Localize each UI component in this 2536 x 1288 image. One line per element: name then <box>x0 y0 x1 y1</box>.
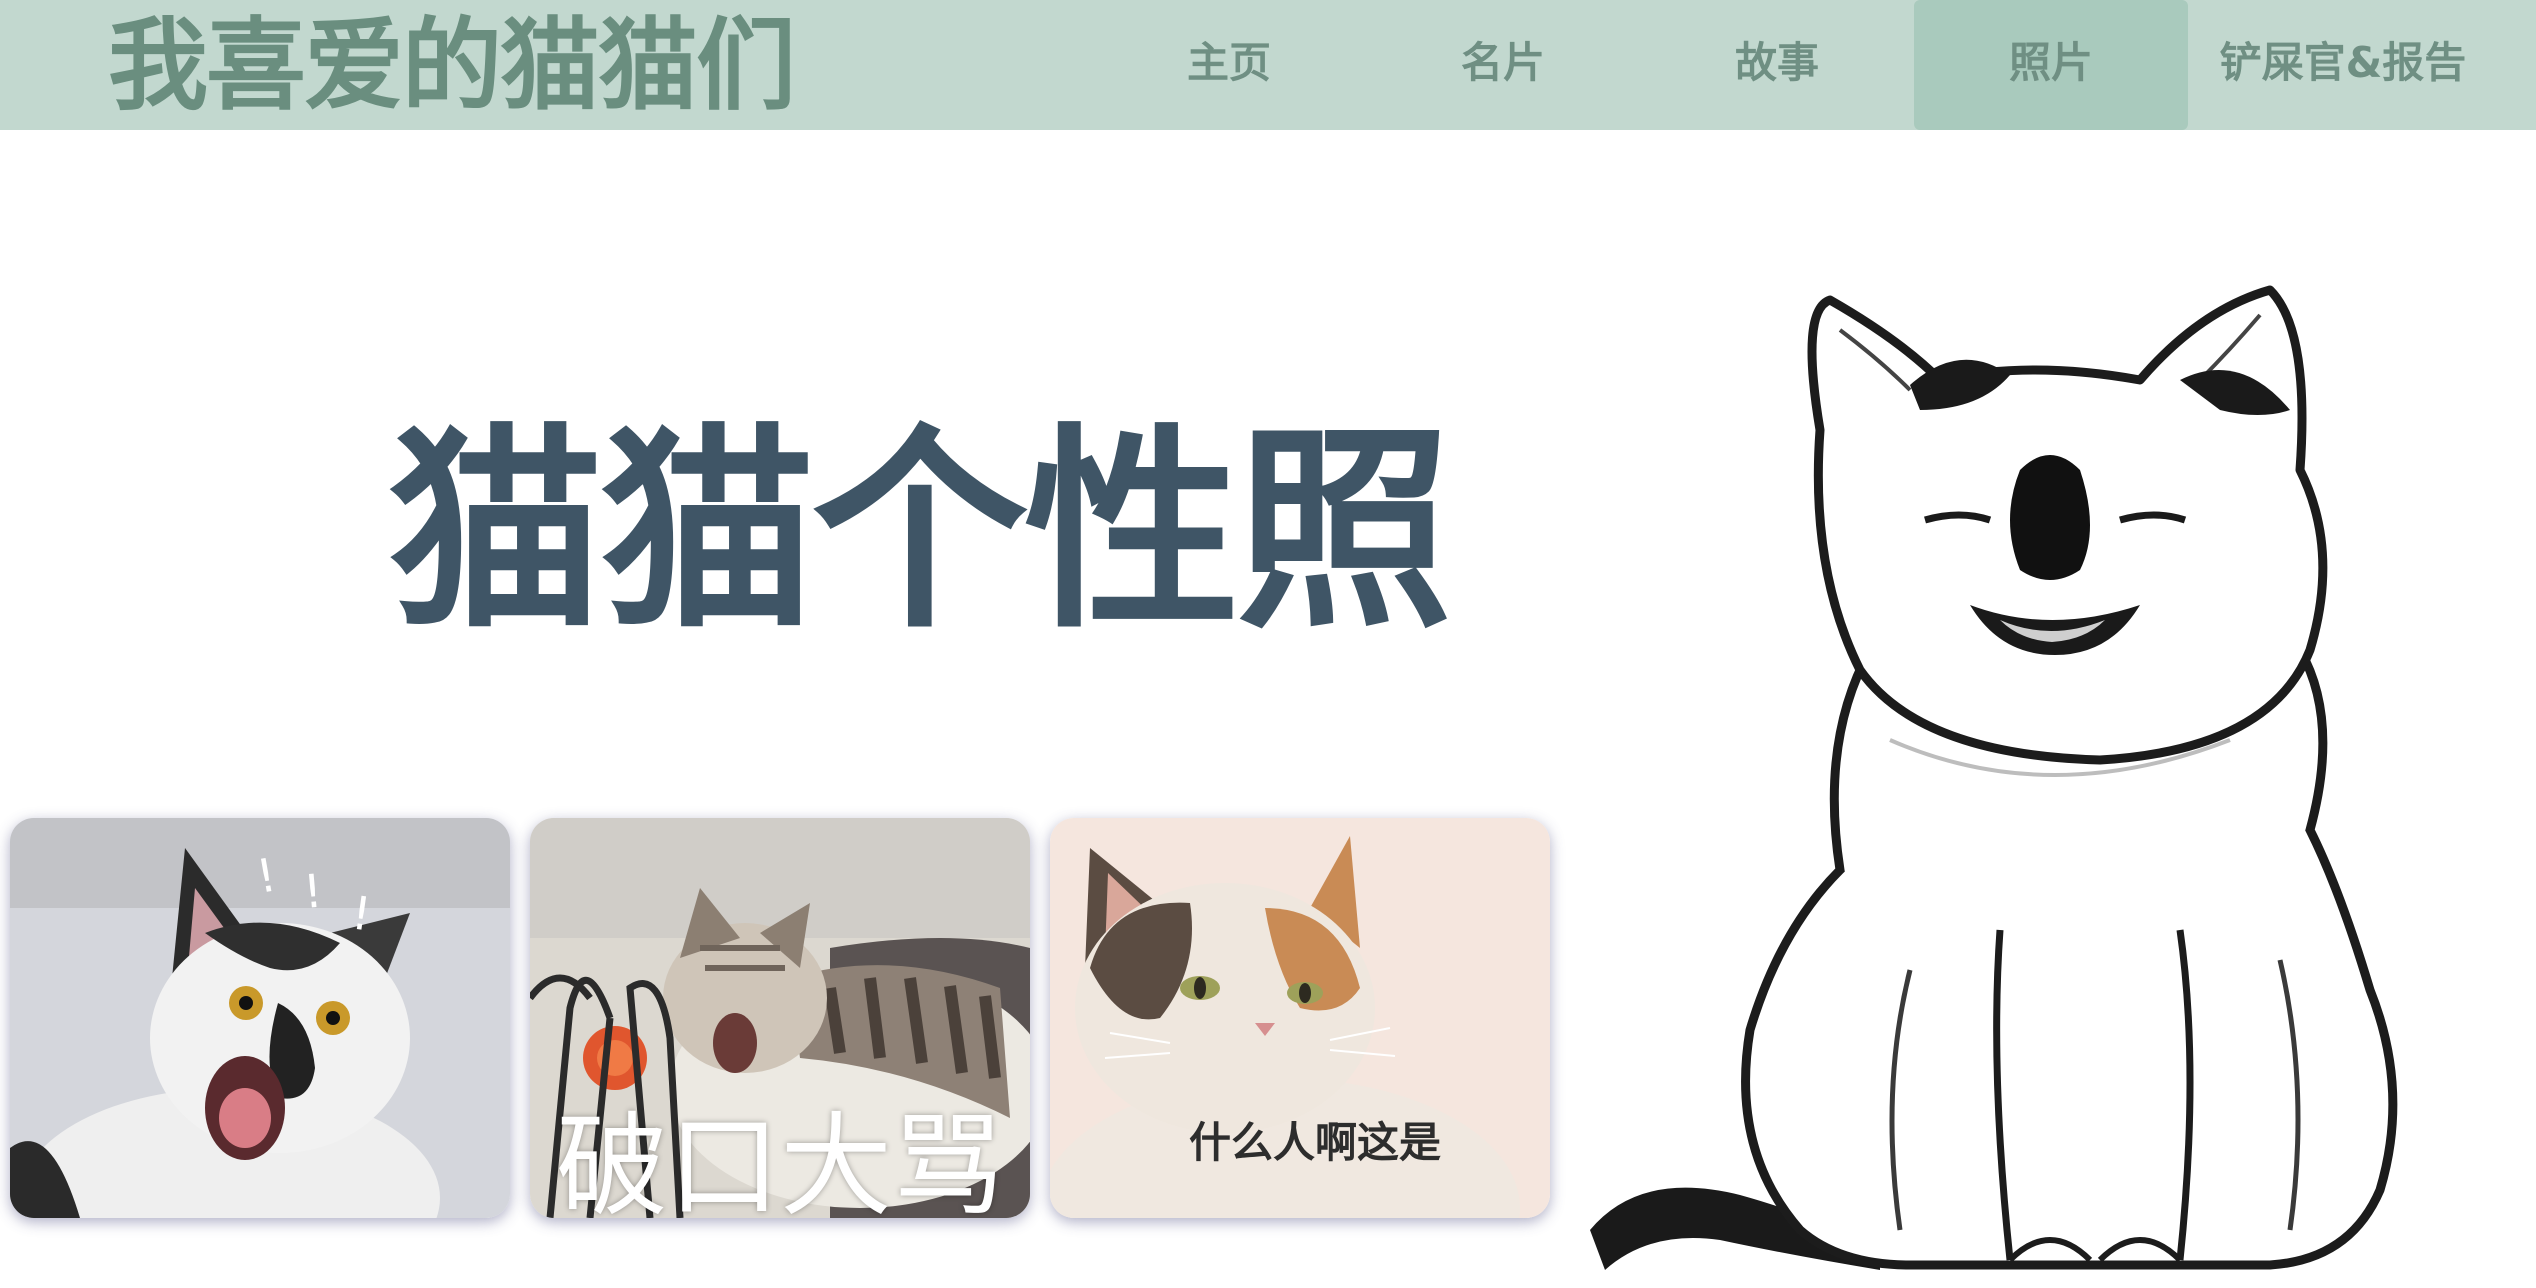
nav-photos[interactable]: 照片 <box>1914 0 2188 130</box>
top-navigation-bar: 我喜爱的猫猫们 主页 名片 故事 照片 铲屎官&报告 <box>0 0 2536 130</box>
sketched-cat-illustration <box>1590 285 2398 1270</box>
photo-caption: 什么人啊这是 <box>1188 1118 1441 1167</box>
photo-card-calico-cat[interactable]: 什么人啊这是 <box>1050 818 1550 1218</box>
shouting-cat-photo: ! ! ! <box>10 818 510 1218</box>
photo-card-tabby-cat[interactable]: 破口大骂 <box>530 818 1030 1218</box>
page-title: 猫猫个性照 <box>388 406 1452 657</box>
nav-owner-report[interactable]: 铲屎官&报告 <box>2188 0 2498 130</box>
main-nav: 主页 名片 故事 照片 铲屎官&报告 <box>1092 0 2498 130</box>
photo-caption: 破口大骂 <box>556 1102 1004 1218</box>
nav-profiles[interactable]: 名片 <box>1366 0 1640 130</box>
nav-home[interactable]: 主页 <box>1092 0 1366 130</box>
nav-stories[interactable]: 故事 <box>1640 0 1914 130</box>
photo-card-shouting-cat[interactable]: ! ! ! <box>10 818 510 1218</box>
site-title: 我喜爱的猫猫们 <box>108 7 796 124</box>
